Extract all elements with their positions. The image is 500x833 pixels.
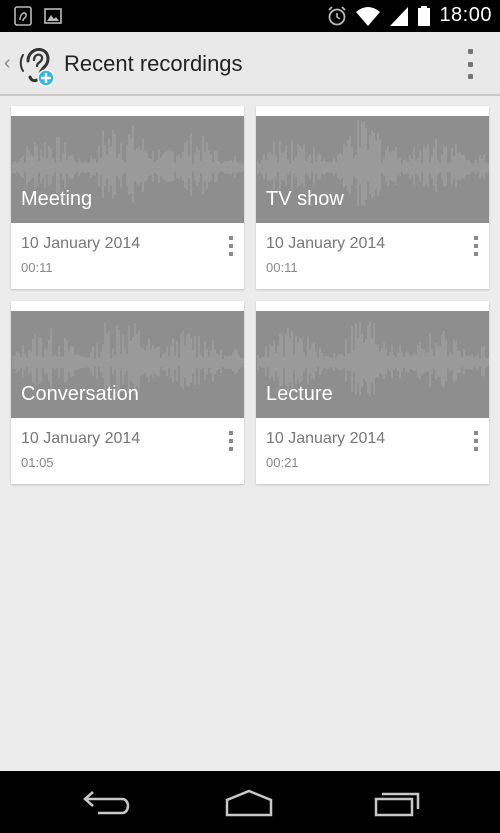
card-overflow-icon[interactable] — [226, 431, 236, 451]
recording-date: 10 January 2014 — [21, 430, 141, 447]
recording-card[interactable]: Conversation 10 January 2014 01:05 — [11, 301, 244, 484]
card-overflow-icon[interactable] — [471, 431, 481, 451]
recording-duration: 00:11 — [266, 260, 298, 275]
recording-date: 10 January 2014 — [21, 235, 141, 252]
recording-duration: 00:11 — [21, 260, 53, 275]
overflow-menu-button[interactable] — [462, 46, 478, 82]
alarm-icon — [328, 5, 347, 25]
page-title: Recent recordings — [64, 51, 243, 76]
recording-duration: 01:05 — [21, 455, 54, 470]
status-time: 18:00 — [439, 4, 492, 26]
recording-title: Conversation — [21, 383, 139, 405]
overflow-dot — [467, 61, 473, 67]
recording-title: TV show — [266, 188, 344, 210]
card-overflow-icon[interactable] — [471, 236, 481, 256]
recording-title: Lecture — [266, 383, 333, 405]
recent-apps-icon[interactable] — [372, 787, 422, 817]
wifi-icon — [356, 6, 381, 26]
overflow-dot — [467, 74, 473, 79]
status-bar: 18:00 — [0, 0, 500, 32]
waveform-thumbnail[interactable]: Meeting — [11, 116, 244, 223]
waveform-thumbnail[interactable]: Conversation — [11, 311, 244, 418]
recording-duration: 00:21 — [266, 455, 299, 470]
recording-card[interactable]: Lecture 10 January 2014 00:21 — [256, 301, 489, 484]
recording-card[interactable]: TV show 10 January 2014 00:11 — [256, 106, 489, 289]
back-icon[interactable] — [80, 787, 130, 817]
home-icon[interactable] — [224, 787, 274, 817]
card-overflow-icon[interactable] — [226, 236, 236, 256]
image-icon — [44, 8, 62, 24]
app-notification-icon — [14, 6, 32, 26]
battery-icon — [418, 5, 431, 26]
signal-icon — [390, 6, 409, 26]
overflow-dot — [467, 49, 473, 54]
recording-title: Meeting — [21, 188, 93, 210]
recording-date: 10 January 2014 — [266, 430, 386, 447]
recording-card[interactable]: Meeting 10 January 2014 00:11 — [11, 106, 244, 289]
navigation-bar — [0, 771, 500, 833]
action-bar: ‹ Recent recordings — [0, 32, 500, 96]
ear-plus-icon[interactable] — [18, 41, 58, 87]
recording-date: 10 January 2014 — [266, 235, 386, 252]
recordings-grid: Meeting 10 January 2014 00:11 TV show 10… — [11, 106, 490, 486]
waveform-thumbnail[interactable]: Lecture — [256, 311, 489, 418]
up-caret-icon[interactable]: ‹ — [4, 52, 11, 75]
waveform-thumbnail[interactable]: TV show — [256, 116, 489, 223]
